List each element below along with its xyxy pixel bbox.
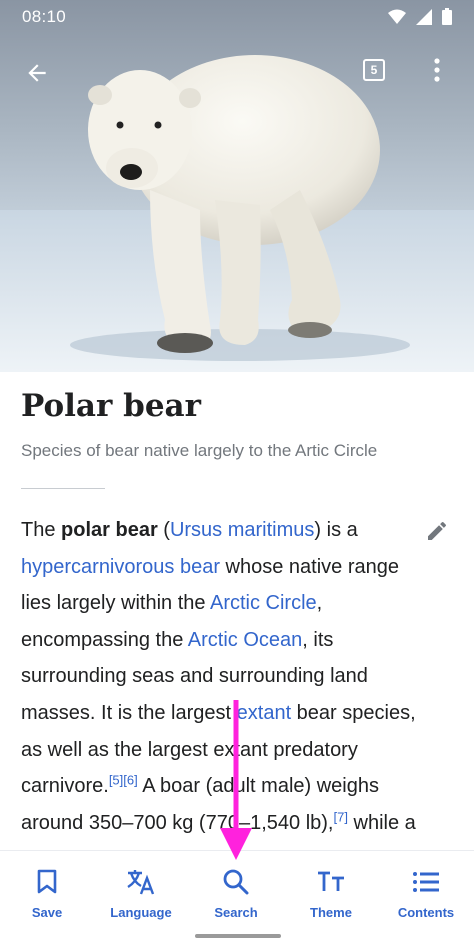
body-text: ,: [316, 592, 323, 615]
list-icon: [413, 872, 439, 892]
article-link[interactable]: extant: [237, 702, 291, 724]
body-text: The: [21, 519, 62, 541]
body-text: encompassing the: [21, 628, 188, 651]
article-lead-image[interactable]: [0, 0, 474, 372]
body-text: whose native range: [220, 555, 400, 578]
body-text: (: [157, 519, 170, 541]
body-text: while a: [347, 811, 416, 834]
article-title: Polar bear: [21, 388, 201, 424]
reference-link[interactable]: [7]: [333, 809, 347, 824]
article-link[interactable]: Arctic Ocean: [188, 629, 302, 651]
body-text: around 350–700 kg (770–1,540 lb),: [21, 811, 334, 834]
article-line: lies largely within the Arctic Circle,: [21, 585, 453, 622]
nav-language[interactable]: Language: [94, 851, 188, 931]
article-link[interactable]: hypercarnivorous bear: [21, 556, 220, 578]
nav-save[interactable]: Save: [0, 851, 94, 931]
article-line: around 350–700 kg (770–1,540 lb),[7] whi…: [21, 805, 453, 842]
article-line: The polar bear (Ursus maritimus) is a: [21, 512, 453, 549]
nav-contents-label: Contents: [397, 905, 455, 920]
body-text: as well as the largest extant predatory: [21, 738, 358, 761]
article-line: encompassing the Arctic Ocean, its: [21, 622, 453, 659]
nav-save-label: Save: [31, 905, 63, 920]
overflow-menu-button[interactable]: [422, 54, 452, 86]
article-line: hypercarnivorous bear whose native range: [21, 549, 453, 586]
search-icon: [223, 869, 249, 895]
bookmark-icon: [37, 869, 57, 894]
article-line: masses. It is the largest extant bear sp…: [21, 695, 453, 732]
nav-language-label: Language: [110, 905, 172, 920]
status-time: 08:10: [22, 7, 67, 26]
article-line: as well as the largest extant predatory: [21, 732, 453, 769]
article-link[interactable]: Arctic Circle: [210, 592, 317, 614]
more-vert-icon: [434, 58, 440, 82]
article-line: carnivore.[5][6] A boar (adult male) wei…: [21, 768, 453, 805]
nav-search-label: Search: [214, 905, 258, 920]
article-body: The polar bear (Ursus maritimus) is a hyp…: [21, 512, 453, 841]
reference-link[interactable]: [5]: [109, 773, 123, 788]
header-divider: [21, 488, 105, 489]
body-text: A boar (adult male) weighs: [137, 775, 379, 798]
nav-theme-label: Theme: [310, 905, 352, 920]
article-link[interactable]: Ursus maritimus: [170, 519, 314, 541]
body-text: , its: [302, 628, 334, 651]
body-text: carnivore.: [21, 775, 109, 798]
arrow-back-icon: [28, 64, 46, 82]
tabs-button[interactable]: 5: [358, 54, 390, 86]
body-text: ) is a: [314, 519, 358, 541]
body-text: lies largely within the: [21, 592, 210, 615]
body-text: masses. It is the largest: [21, 701, 237, 724]
status-icons: [388, 8, 452, 25]
nav-contents[interactable]: Contents: [379, 851, 473, 931]
nav-search[interactable]: Search: [189, 851, 283, 931]
article-line: surrounding seas and surrounding land: [21, 658, 453, 695]
gesture-bar[interactable]: [195, 934, 281, 938]
wifi-icon: [388, 9, 406, 24]
polar-bear-image: [0, 0, 474, 372]
nav-theme[interactable]: Theme: [284, 851, 378, 931]
bold-text: polar bear: [61, 519, 158, 541]
reference-link[interactable]: [6]: [123, 773, 137, 788]
signal-icon: [416, 8, 432, 25]
body-text: surrounding seas and surrounding land: [21, 665, 368, 688]
article-description: Species of bear native largely to the Ar…: [21, 441, 378, 460]
tab-count: 5: [363, 59, 385, 81]
translate-icon: [127, 870, 155, 895]
text-size-icon: [318, 871, 344, 891]
back-button[interactable]: [18, 54, 56, 92]
body-text: bear species,: [291, 701, 416, 724]
status-bar: 08:10: [0, 0, 474, 34]
battery-icon: [442, 8, 452, 25]
